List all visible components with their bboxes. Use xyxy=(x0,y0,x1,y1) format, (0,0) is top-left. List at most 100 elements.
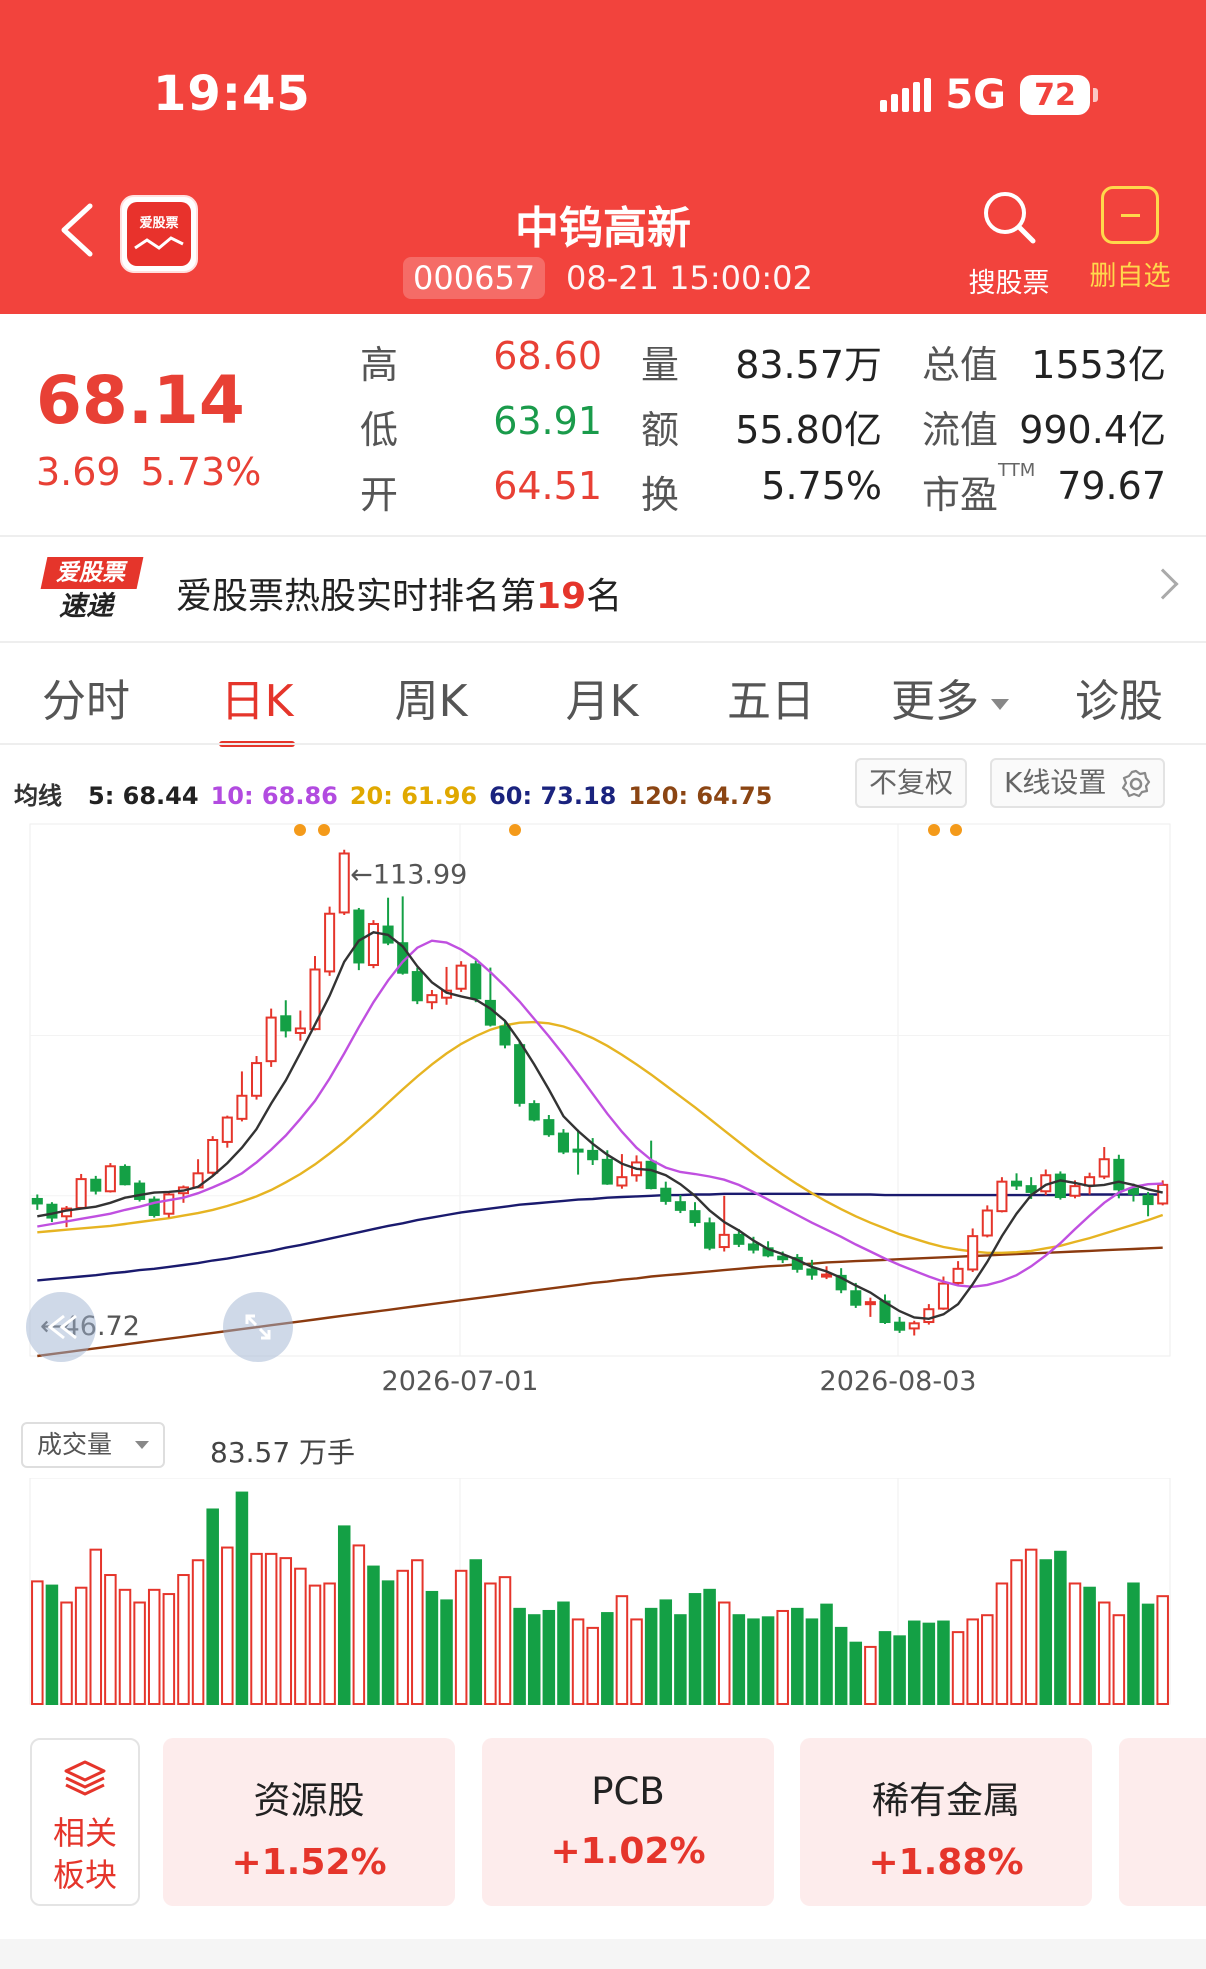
search-stock-button[interactable]: 搜股票 xyxy=(959,186,1059,300)
adjust-mode-button[interactable]: 不复权 xyxy=(855,758,968,808)
volume-bar xyxy=(264,1552,278,1705)
candle-body xyxy=(455,964,467,990)
volume-bar xyxy=(1097,1601,1111,1705)
volume-bar xyxy=(688,1593,702,1705)
event-marker xyxy=(509,824,521,836)
sector-card[interactable]: 稀有金属 +1.88% xyxy=(800,1738,1092,1906)
volume-bar xyxy=(133,1601,146,1705)
volume-bar xyxy=(396,1569,409,1705)
candle-body xyxy=(689,1210,701,1224)
signal-icon xyxy=(880,78,932,112)
volume-bar xyxy=(601,1612,614,1705)
volume-bar xyxy=(294,1567,307,1705)
candle-body xyxy=(426,994,438,1004)
app-header: 19:45 5G 72 爱股票 中钨高新 000657 08-21 15:00:… xyxy=(0,0,1206,314)
fullscreen-button[interactable] xyxy=(223,1292,293,1362)
volume-bar xyxy=(1141,1603,1155,1705)
volume-bar xyxy=(951,1631,965,1705)
scroll-left-button[interactable] xyxy=(26,1292,96,1362)
sector-card-partial[interactable] xyxy=(1119,1738,1206,1906)
volume-bar xyxy=(849,1641,863,1705)
chevron-down-icon xyxy=(991,698,1009,710)
remove-watchlist-label: 删自选 xyxy=(1089,261,1171,292)
candle-body xyxy=(294,1027,306,1034)
volume-bar xyxy=(74,1586,88,1705)
volume-bar xyxy=(1068,1582,1082,1705)
battery-icon: 72 xyxy=(1020,75,1098,115)
low-value: 63.91 xyxy=(493,399,602,443)
hot-rank-banner[interactable]: 爱股票 速递 爱股票热股实时排名第19名 xyxy=(0,537,1206,641)
candle-body xyxy=(543,1119,555,1136)
expand-icon xyxy=(245,1314,271,1340)
candle-body xyxy=(1098,1158,1110,1178)
related-label: 相关 板块 xyxy=(52,1814,117,1894)
candle-body xyxy=(587,1149,599,1161)
sector-name: PCB xyxy=(591,1770,665,1813)
volume-bar xyxy=(513,1607,526,1706)
low-label: 低 xyxy=(360,408,399,452)
candlestick-chart[interactable]: ←113.99←46.72 xyxy=(0,820,1206,1360)
minus-icon xyxy=(1101,186,1159,244)
volume-bar xyxy=(191,1559,205,1705)
candle-body xyxy=(499,1025,511,1046)
volume-bar xyxy=(615,1595,629,1705)
volume-bar xyxy=(498,1576,512,1705)
tab-five-day[interactable]: 五日 xyxy=(727,665,815,729)
volume-bar xyxy=(630,1618,643,1705)
candle-body xyxy=(660,1187,672,1202)
ma120-value: 120: 64.75 xyxy=(628,782,773,810)
volume-bar xyxy=(1156,1595,1169,1705)
volume-bar xyxy=(805,1618,819,1705)
candle-body xyxy=(572,1148,584,1153)
related-sectors-button[interactable]: 相关 板块 xyxy=(30,1738,140,1906)
volume-bar xyxy=(571,1618,585,1705)
volume-bar xyxy=(995,1582,1009,1705)
layers-icon xyxy=(64,1760,106,1796)
volume-bar xyxy=(45,1584,59,1705)
volume-bar xyxy=(966,1618,979,1705)
event-marker xyxy=(950,824,962,836)
volume-bar xyxy=(907,1620,921,1706)
volume-bar xyxy=(717,1601,731,1705)
tab-intraday[interactable]: 分时 xyxy=(42,665,130,729)
candle-body xyxy=(163,1193,175,1215)
volume-bar xyxy=(104,1574,117,1706)
candle-body xyxy=(119,1165,131,1186)
tab-monthly-k[interactable]: 月K xyxy=(566,665,639,729)
x-tick-label: 2026-08-03 xyxy=(819,1366,977,1397)
candle-body xyxy=(514,1044,526,1104)
candle-body xyxy=(528,1103,540,1121)
turnover-label: 换 xyxy=(641,473,680,517)
candle-body xyxy=(981,1209,993,1237)
volume-bar xyxy=(1054,1550,1067,1706)
volume-bar xyxy=(367,1565,380,1705)
tab-weekly-k[interactable]: 周K xyxy=(395,665,468,729)
indicator-select[interactable]: 成交量 xyxy=(21,1422,165,1468)
candle-body xyxy=(821,1273,833,1278)
volume-bar xyxy=(337,1525,351,1706)
candle-body xyxy=(280,1015,292,1032)
candle-body xyxy=(221,1116,233,1143)
ttm-superscript: TTM xyxy=(998,460,1036,481)
volume-bar xyxy=(411,1559,424,1705)
sector-card[interactable]: 资源股 +1.52% xyxy=(163,1738,455,1906)
remove-watchlist-button[interactable]: 删自选 xyxy=(1080,186,1180,293)
high-value: 68.60 xyxy=(493,334,602,378)
volume-bar xyxy=(542,1609,556,1706)
k-settings-button[interactable]: K线设置 xyxy=(990,758,1166,808)
candle-body xyxy=(733,1233,745,1245)
tab-diagnose[interactable]: 诊股 xyxy=(1075,665,1163,729)
volume-chart[interactable] xyxy=(0,1478,1206,1718)
tab-more[interactable]: 更多 xyxy=(891,665,1009,729)
volume-bar xyxy=(1010,1559,1023,1705)
volume-bar xyxy=(147,1588,161,1705)
ma20-line xyxy=(37,1020,1164,1254)
tab-daily-k[interactable]: 日K xyxy=(221,665,294,729)
chart-frame xyxy=(29,823,1171,1357)
status-time: 19:45 xyxy=(153,66,311,122)
volume-bar xyxy=(1083,1586,1096,1705)
sector-card[interactable]: PCB +1.02% xyxy=(482,1738,774,1906)
pe-value: 79.67 xyxy=(1057,464,1166,508)
volume-bar xyxy=(791,1607,804,1706)
divider xyxy=(0,743,1206,745)
